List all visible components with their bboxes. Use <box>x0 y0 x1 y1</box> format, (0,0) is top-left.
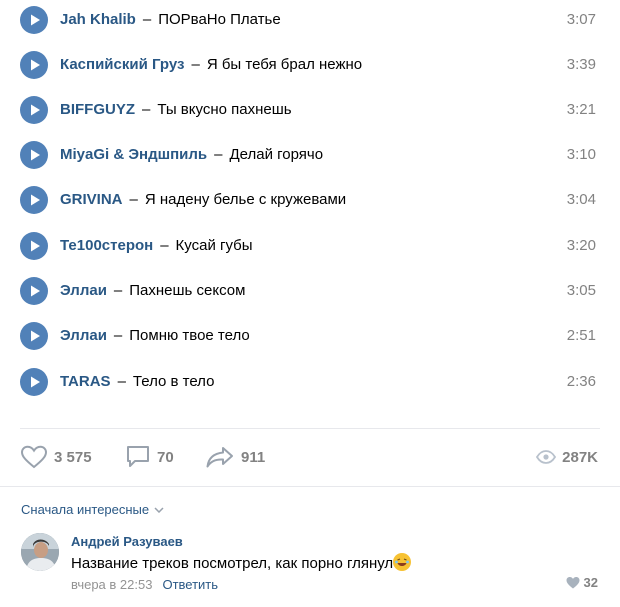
track-text: MiyaGi & Эндшпиль – Делай горячо <box>60 137 323 173</box>
eye-icon <box>536 450 557 464</box>
comments-divider <box>0 486 620 487</box>
track-artist[interactable]: Каспийский Груз <box>60 56 184 73</box>
track-duration: 2:51 <box>566 327 596 344</box>
like-button[interactable]: 3 575 <box>20 440 92 474</box>
track-title[interactable]: ПОРваНо Платье <box>158 11 281 28</box>
chevron-down-icon <box>154 506 164 513</box>
track-separator: – <box>142 101 151 118</box>
track-separator: – <box>160 237 169 254</box>
audio-track[interactable]: Каспийский Груз – Я бы тебя брал нежно 3:3… <box>0 47 620 83</box>
share-icon <box>206 447 233 468</box>
laughing-emoji-icon <box>393 553 412 571</box>
track-separator: – <box>142 11 152 28</box>
track-duration: 3:39 <box>566 56 596 73</box>
audio-track[interactable]: BIFFGUYZ – Ты вкусно пахнешь 3:21 <box>0 92 620 128</box>
play-icon[interactable] <box>20 277 48 305</box>
comment: Андрей Разуваев Название треков посмотре… <box>0 530 620 607</box>
comment-count: 70 <box>157 448 174 466</box>
comments-sort-dropdown[interactable]: Сначала интересные <box>21 502 164 517</box>
like-count: 3 575 <box>54 448 92 466</box>
track-duration: 3:04 <box>566 191 596 208</box>
play-icon[interactable] <box>20 6 48 34</box>
avatar[interactable] <box>21 533 59 571</box>
comment-text-line: Название треков посмотрел, как порно гля… <box>71 553 412 572</box>
comment-icon <box>127 446 149 467</box>
play-icon[interactable] <box>20 51 48 79</box>
track-artist[interactable]: Эллаи <box>60 282 107 299</box>
track-separator: – <box>214 146 223 163</box>
track-title[interactable]: Я надену белье с кружевами <box>145 191 346 208</box>
track-artist[interactable]: Jah Khalib <box>60 11 136 28</box>
track-artist[interactable]: BIFFGUYZ <box>60 101 135 118</box>
track-title[interactable]: Тело в тело <box>133 373 215 390</box>
track-separator: – <box>113 327 123 344</box>
comment-author[interactable]: Андрей Разуваев <box>71 534 183 549</box>
track-duration: 2:36 <box>566 373 596 390</box>
comment-button[interactable]: 70 <box>125 440 174 474</box>
track-artist[interactable]: TARAS <box>60 373 111 390</box>
track-text: GRIVINA – Я надену белье с кружевами <box>60 182 346 218</box>
post-actions-bar: 3 575 70 911 287K <box>0 440 620 474</box>
play-icon[interactable] <box>20 141 48 169</box>
track-artist[interactable]: GRIVINA <box>60 191 123 208</box>
audio-track[interactable]: Эллаи – Помню твое тело 2:51 <box>0 318 620 354</box>
audio-track[interactable]: GRIVINA – Я надену белье с кружевами 3:04 <box>0 182 620 218</box>
play-icon[interactable] <box>20 96 48 124</box>
play-icon[interactable] <box>20 186 48 214</box>
comment-text: Название треков посмотрел, как порно гля… <box>71 555 394 572</box>
track-duration: 3:10 <box>566 146 596 163</box>
track-separator: – <box>117 373 126 390</box>
audio-track[interactable]: Те100стерон – Кусай губы 3:20 <box>0 228 620 264</box>
audio-track[interactable]: TARAS – Тело в тело 2:36 <box>0 364 620 400</box>
track-duration: 3:20 <box>566 237 596 254</box>
comment-time[interactable]: вчера в 22:53 <box>71 577 152 592</box>
sort-label: Сначала интересные <box>21 502 150 517</box>
track-duration: 3:05 <box>566 282 596 299</box>
share-count: 911 <box>241 448 266 466</box>
play-icon[interactable] <box>20 368 48 396</box>
audio-track[interactable]: Jah Khalib – ПОРваНо Платье 3:07 <box>0 2 620 38</box>
track-title[interactable]: Помню твое тело <box>129 327 249 344</box>
reply-button[interactable]: Ответить <box>162 577 218 592</box>
track-separator: – <box>113 282 123 299</box>
track-duration: 3:07 <box>566 11 596 28</box>
track-duration: 3:21 <box>566 101 596 118</box>
play-icon[interactable] <box>20 322 48 350</box>
track-text: Каспийский Груз – Я бы тебя брал нежно <box>60 47 362 83</box>
track-text: BIFFGUYZ – Ты вкусно пахнешь <box>60 92 292 128</box>
post-divider <box>20 428 600 429</box>
track-text: Эллаи – Помню твое тело <box>60 318 250 354</box>
track-title[interactable]: Делай горячо <box>229 146 323 163</box>
views-counter: 287K <box>536 440 598 474</box>
track-title[interactable]: Я бы тебя брал нежно <box>207 56 362 73</box>
heart-icon <box>20 445 48 469</box>
comment-like-count: 32 <box>583 575 598 590</box>
track-title[interactable]: Ты вкусно пахнешь <box>157 101 291 118</box>
track-separator: – <box>191 56 200 73</box>
track-artist[interactable]: Те100стерон <box>60 237 153 254</box>
track-artist[interactable]: Эллаи <box>60 327 107 344</box>
audio-track[interactable]: Эллаи – Пахнешь сексом 3:05 <box>0 273 620 309</box>
track-text: TARAS – Тело в тело <box>60 364 214 400</box>
track-artist[interactable]: MiyaGi & Эндшпиль <box>60 146 207 163</box>
play-icon[interactable] <box>20 232 48 260</box>
track-text: Jah Khalib – ПОРваНо Платье <box>60 2 281 38</box>
track-text: Эллаи – Пахнешь сексом <box>60 273 245 309</box>
view-count: 287K <box>562 448 598 466</box>
heart-icon <box>566 577 580 589</box>
track-title[interactable]: Кусай губы <box>176 237 253 254</box>
comment-like-button[interactable]: 32 <box>566 575 598 590</box>
track-title[interactable]: Пахнешь сексом <box>129 282 245 299</box>
share-button[interactable]: 911 <box>205 440 265 474</box>
audio-track[interactable]: MiyaGi & Эндшпиль – Делай горячо 3:10 <box>0 137 620 173</box>
track-text: Те100стерон – Кусай губы <box>60 228 253 264</box>
track-separator: – <box>129 191 138 208</box>
comment-meta: вчера в 22:53 Ответить <box>71 577 218 592</box>
